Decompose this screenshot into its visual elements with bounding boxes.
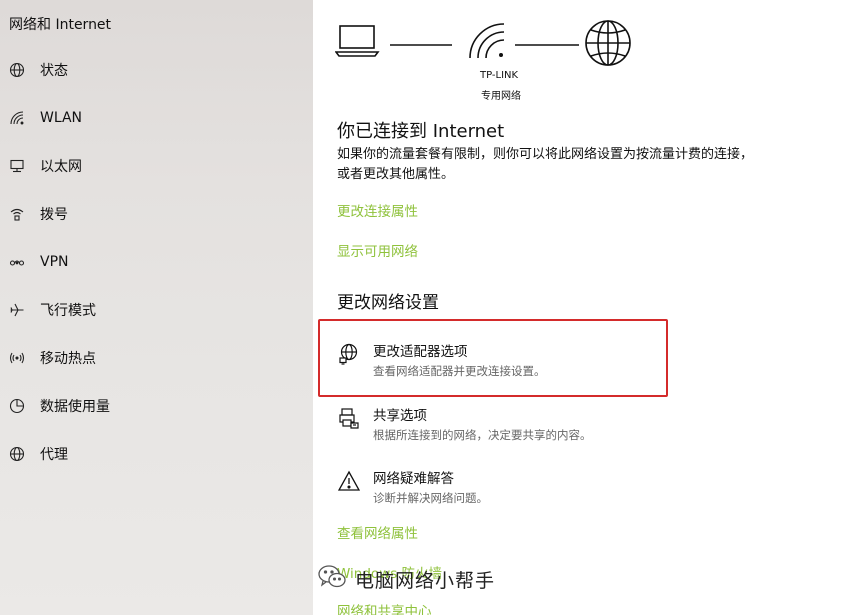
sidebar-item-label: 代理	[40, 447, 68, 463]
network-sharing-center-link[interactable]: 网络和共享中心	[337, 600, 432, 615]
sidebar-item-vpn[interactable]: VPN	[0, 238, 313, 286]
sharing-icon	[337, 407, 361, 431]
wifi-icon	[8, 109, 26, 127]
sharing-options[interactable]: 共享选项 根据所连接到的网络，决定要共享的内容。	[337, 407, 657, 443]
connection-diagram: TP-LINK 专用网络	[334, 18, 635, 108]
data-usage-icon	[8, 397, 26, 415]
wifi-icon	[469, 23, 505, 59]
wechat-icon	[317, 563, 347, 595]
option-description: 查看网络适配器并更改连接设置。	[373, 364, 546, 378]
sidebar-item-label: 飞行模式	[40, 303, 96, 319]
option-description: 诊断并解决网络问题。	[373, 491, 488, 505]
show-available-networks-link[interactable]: 显示可用网络	[337, 240, 418, 260]
change-adapter-options[interactable]: 更改适配器选项 查看网络适配器并更改连接设置。	[337, 343, 657, 379]
globe-icon	[8, 445, 26, 463]
watermark: 电脑网络小帮手	[317, 563, 495, 595]
connection-status-description: 如果你的流量套餐有限制，则你可以将此网络设置为按流量计费的连接，或者更改其他属性…	[337, 147, 754, 182]
sidebar-item-label: WLAN	[40, 110, 83, 126]
globe-icon	[585, 20, 631, 66]
sidebar-item-label: 移动热点	[40, 351, 96, 367]
view-network-properties-link[interactable]: 查看网络属性	[337, 522, 418, 542]
sidebar-item-label: 拨号	[40, 207, 68, 223]
airplane-icon	[8, 301, 26, 319]
network-troubleshooter[interactable]: 网络疑难解答 诊断并解决网络问题。	[337, 470, 657, 506]
sidebar: 网络和 Internet 状态 WLAN 以太网 拨号 VPN 飞行模式 移动热…	[0, 0, 313, 615]
globe-icon	[8, 61, 26, 79]
option-title: 网络疑难解答	[373, 471, 454, 487]
sidebar-item-proxy[interactable]: 代理	[0, 430, 313, 478]
option-description: 根据所连接到的网络，决定要共享的内容。	[373, 428, 592, 442]
adapter-globe-icon	[337, 343, 361, 367]
option-title: 更改适配器选项	[373, 344, 468, 360]
sidebar-item-ethernet[interactable]: 以太网	[0, 142, 313, 190]
connection-status-title: 你已连接到 Internet	[337, 121, 505, 142]
network-name: TP-LINK	[480, 70, 519, 81]
sidebar-item-label: 状态	[40, 63, 68, 79]
warning-icon	[337, 470, 361, 494]
section-title: 更改网络设置	[337, 293, 439, 313]
sidebar-item-label: VPN	[40, 254, 69, 270]
sidebar-item-dialup[interactable]: 拨号	[0, 190, 313, 238]
ethernet-icon	[8, 157, 26, 175]
option-title: 共享选项	[373, 408, 427, 424]
watermark-text: 电脑网络小帮手	[355, 569, 496, 592]
sidebar-item-data-usage[interactable]: 数据使用量	[0, 382, 313, 430]
hotspot-icon	[8, 349, 26, 367]
nav-list: 状态 WLAN 以太网 拨号 VPN 飞行模式 移动热点 数据使用量 代理	[0, 46, 313, 478]
sidebar-item-mobile-hotspot[interactable]: 移动热点	[0, 334, 313, 382]
sidebar-title: 网络和 Internet	[9, 17, 112, 33]
dialup-icon	[8, 205, 26, 223]
network-type: 专用网络	[481, 91, 521, 102]
sidebar-item-label: 以太网	[40, 159, 82, 175]
laptop-icon	[334, 25, 380, 57]
sidebar-item-airplane-mode[interactable]: 飞行模式	[0, 286, 313, 334]
main-content: TP-LINK 专用网络 你已连接到 Internet 如果你的流量套餐有限制，…	[313, 0, 842, 615]
sidebar-item-status[interactable]: 状态	[0, 46, 313, 94]
sidebar-item-wlan[interactable]: WLAN	[0, 94, 313, 142]
vpn-icon	[8, 253, 26, 271]
sidebar-item-label: 数据使用量	[40, 399, 110, 415]
change-connection-properties-link[interactable]: 更改连接属性	[337, 200, 418, 220]
